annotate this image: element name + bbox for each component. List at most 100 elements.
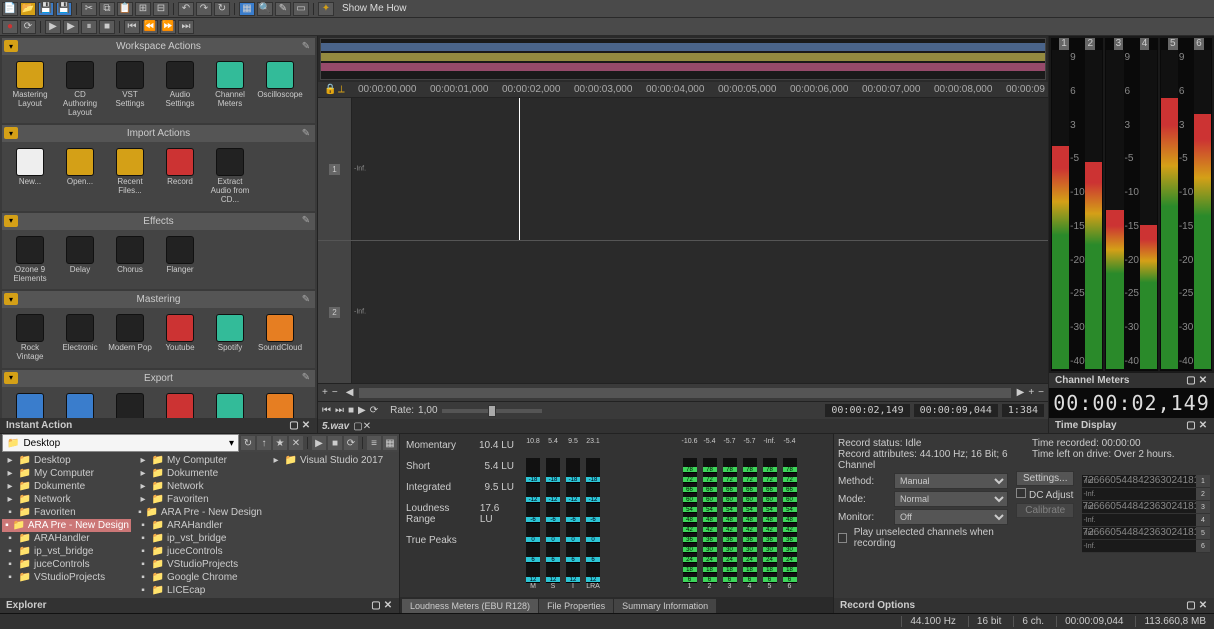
h-scrollbar[interactable] [359,388,1010,398]
tree-item[interactable]: ▪📁ARA Pre - New Design [135,506,264,519]
action-item[interactable]: Flanger [156,234,204,286]
repeat-icon[interactable]: ↻ [214,2,230,16]
track-header[interactable]: 1 [318,98,352,240]
pin-icon[interactable]: ▢ [289,421,299,431]
close-icon[interactable]: ✕ [1198,376,1208,386]
calibrate-button[interactable]: Calibrate [1016,503,1074,518]
mode-select[interactable]: Normal [894,491,1008,507]
action-item[interactable]: Save [6,391,54,418]
tree-item[interactable]: ▪📁ARA Pre - New Design [2,519,131,532]
action-item[interactable]: Record [156,146,204,206]
tree-item[interactable]: ▸📁Network [135,480,264,493]
stop-icon[interactable]: ■ [348,405,354,416]
tree-item[interactable]: ▸📁Visual Studio 2017 [268,454,397,467]
mix-icon[interactable]: ⊞ [135,2,151,16]
settings-button[interactable]: Settings... [1016,471,1074,486]
monitor-select[interactable]: Off [894,509,1008,525]
show-me-how-button[interactable]: Show Me How [336,3,412,14]
dc-adjust-checkbox[interactable] [1016,488,1026,498]
loop-icon[interactable]: ⟳ [20,20,36,34]
go-end-icon[interactable]: ⏭ [178,20,194,34]
timeline-ruler[interactable]: 🔒 ⟂ 00:00:00,00000:00:01,00000:00:02,000… [318,82,1048,98]
undo-icon[interactable]: ↶ [178,2,194,16]
tree-item[interactable]: ▸📁Dokumente [135,467,264,480]
chevron-down-icon[interactable]: ▾ [4,40,18,52]
edit-icon[interactable]: ✎ [299,372,313,384]
action-item[interactable]: Audio Settings [156,59,204,119]
close-icon[interactable]: ✕ [301,421,311,431]
track-header[interactable]: 2 [318,241,352,383]
forward-icon[interactable]: ⏩ [160,20,176,34]
cut-icon[interactable]: ✂ [81,2,97,16]
scroll-right-icon[interactable]: ▶ [1017,387,1025,398]
action-item[interactable]: Spotify [206,312,254,364]
pin-icon[interactable]: ▢ [1186,601,1196,611]
up-icon[interactable]: ↑ [257,436,271,450]
zoom-in-icon[interactable]: + [322,387,328,398]
tree-item[interactable]: ▪📁VStudioProjects [2,571,131,584]
loop-small-icon[interactable]: ⟳ [370,405,378,416]
save-icon[interactable]: 💾 [38,2,54,16]
zoom-in-v-icon[interactable]: + [1028,387,1034,398]
play-all-icon[interactable]: ▶ [63,20,79,34]
action-item[interactable]: Recent Files... [106,146,154,206]
edit-icon[interactable]: ✎ [299,127,313,139]
refresh-icon[interactable]: ↻ [241,436,255,450]
chevron-down-icon[interactable]: ▾ [4,293,18,305]
tree-item[interactable]: ▪📁ARAHandler [2,532,131,545]
close-icon[interactable]: ✕ [363,421,371,432]
tree-item[interactable]: ▪📁VStudioProjects [135,558,264,571]
tree-item[interactable]: ▪📁LICEcap [135,584,264,597]
fav-icon[interactable]: ★ [273,436,287,450]
tree-item[interactable]: ▸📁Favoriten [135,493,264,506]
tree-item[interactable]: ▪📁ARAHandler [135,519,264,532]
tree-item[interactable]: ▸📁Network [2,493,131,506]
stop-icon[interactable]: ■ [99,20,115,34]
del-icon[interactable]: ✕ [289,436,303,450]
copy-icon[interactable]: ⧉ [99,2,115,16]
play-icon[interactable]: ▶ [45,20,61,34]
tab-summary[interactable]: Summary Information [614,599,716,613]
method-select[interactable]: Manual [894,473,1008,489]
meter-tab[interactable]: 2 [1085,38,1095,50]
stop-icon[interactable]: ■ [328,436,342,450]
action-item[interactable]: Youtube [156,391,204,418]
action-item[interactable]: SoundCloud [256,391,304,418]
auto-icon[interactable]: ⟳ [344,436,358,450]
meter-tab[interactable]: 3 [1114,38,1124,50]
redo-icon[interactable]: ↷ [196,2,212,16]
new-icon[interactable]: 📄 [2,2,18,16]
action-item[interactable]: Delay [56,234,104,286]
meter-tab[interactable]: 5 [1168,38,1178,50]
action-item[interactable]: VST Settings [106,59,154,119]
tree-item[interactable]: ▸📁My Computer [135,454,264,467]
meter-tab[interactable]: 1 [1059,38,1069,50]
edit-icon[interactable]: ✎ [299,293,313,305]
pin-icon[interactable]: ▢ [353,421,362,432]
wand-icon[interactable]: ✦ [318,2,334,16]
trim-icon[interactable]: ⊟ [153,2,169,16]
go-start-icon[interactable]: ⏮ [322,405,331,416]
file-tab[interactable]: 5.wav [322,421,349,432]
chevron-down-icon[interactable]: ▾ [4,127,18,139]
tree-item[interactable]: ▪📁juceControls [135,545,264,558]
tool-pencil-icon[interactable]: ✎ [275,2,291,16]
action-item[interactable]: Mastering Layout [6,59,54,119]
tree-item[interactable]: ▪📁ip_vst_bridge [2,545,131,558]
save-as-icon[interactable]: 💾 [56,2,72,16]
overview-strip[interactable] [320,38,1046,80]
action-item[interactable]: Youtube [156,312,204,364]
chevron-down-icon[interactable]: ▾ [4,215,18,227]
paste-icon[interactable]: 📋 [117,2,133,16]
action-item[interactable]: Spotify [206,391,254,418]
action-item[interactable]: Oscilloscope [256,59,304,119]
view2-icon[interactable]: ▦ [383,436,397,450]
play-icon[interactable]: ▶ [358,405,366,416]
record-icon[interactable]: ● [2,20,18,34]
tree-item[interactable]: ▪📁Favoriten [2,506,131,519]
pin-icon[interactable]: ▢ [1186,376,1196,386]
tool-select-icon[interactable]: ▦ [239,2,255,16]
tree-item[interactable]: ▪📁juceControls [2,558,131,571]
chevron-down-icon[interactable]: ▾ [4,372,18,384]
path-dropdown[interactable]: 📁 Desktop ▾ [2,434,239,452]
